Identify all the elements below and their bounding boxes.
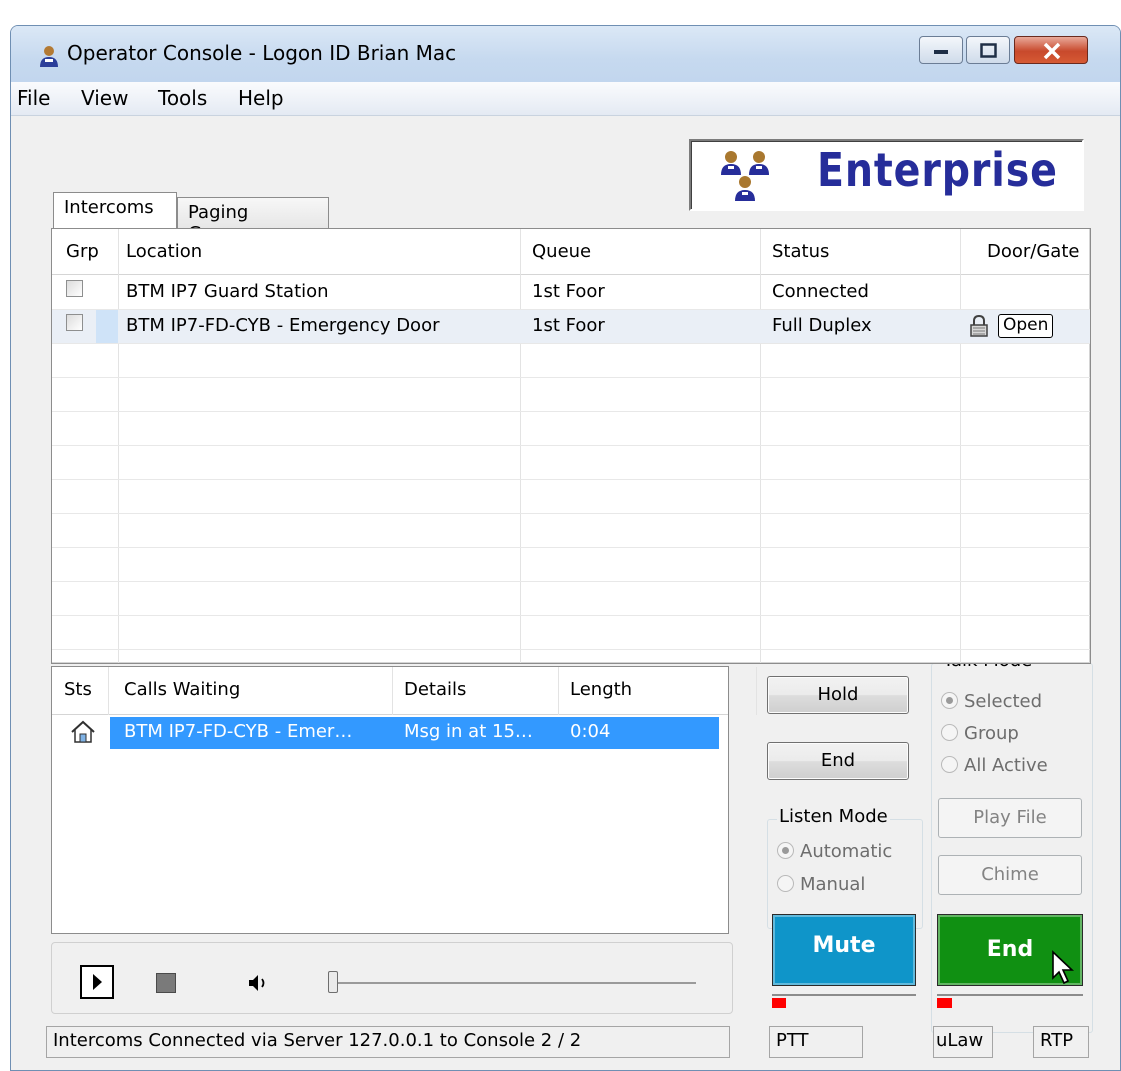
house-icon	[71, 720, 95, 743]
door-open-button[interactable]: Open	[998, 314, 1054, 338]
status-transport: RTP	[1033, 1026, 1089, 1058]
hold-button[interactable]: Hold	[767, 676, 909, 714]
playback-controls	[51, 942, 733, 1014]
mouse-pointer-icon	[1052, 950, 1075, 985]
location-cell: BTM IP7-FD-CYB - Emergency Door	[126, 315, 440, 336]
status-ptt: PTT	[769, 1026, 863, 1058]
playback-slider-thumb[interactable]	[328, 971, 338, 993]
calls-header: Sts Calls Waiting Details Length	[52, 667, 728, 715]
menu-help[interactable]: Help	[238, 86, 284, 110]
logo-text: Enterprise	[817, 143, 1058, 197]
close-icon	[1043, 42, 1061, 60]
talk-group-radio[interactable]: Group	[941, 723, 1019, 744]
menu-file[interactable]: File	[17, 86, 50, 110]
listen-automatic-label: Automatic	[800, 841, 893, 862]
operator-app-icon	[40, 46, 58, 67]
chime-button[interactable]: Chime	[938, 855, 1082, 895]
length-cell: 0:04	[570, 721, 611, 742]
details-cell: Msg in at 15…	[404, 721, 533, 742]
end-level-meter	[937, 994, 1083, 1008]
column-header-door-gate[interactable]: Door/Gate	[987, 241, 1079, 262]
column-header-queue[interactable]: Queue	[532, 241, 591, 262]
mute-level-fill	[772, 998, 786, 1008]
minimize-button[interactable]	[919, 36, 963, 64]
listen-automatic-radio[interactable]: Automatic	[777, 841, 892, 862]
tab-intercoms[interactable]: Intercoms	[53, 192, 177, 228]
tab-paging-groups[interactable]: Paging Groups	[177, 197, 329, 244]
maximize-icon	[980, 43, 997, 58]
status-cell: Connected	[772, 281, 869, 302]
table-row[interactable]: BTM IP7 Guard Station 1st Foor Connected	[52, 276, 1090, 309]
play-button[interactable]	[80, 965, 114, 999]
status-message: Intercoms Connected via Server 127.0.0.1…	[46, 1026, 730, 1058]
mute-button[interactable]: Mute	[772, 914, 916, 986]
menu-tools[interactable]: Tools	[158, 86, 207, 110]
people-group-icon	[721, 151, 769, 201]
talk-all-active-label: All Active	[964, 755, 1048, 776]
end-call-button[interactable]: End	[767, 742, 909, 780]
talk-selected-label: Selected	[964, 691, 1043, 712]
calls-waiting-list: Sts Calls Waiting Details Length BTM IP7…	[51, 666, 757, 934]
column-header-length[interactable]: Length	[570, 679, 632, 700]
column-header-details[interactable]: Details	[404, 679, 466, 700]
radio-dot-icon	[941, 756, 958, 773]
status-cell: Full Duplex	[772, 315, 872, 336]
talk-all-active-radio[interactable]: All Active	[941, 755, 1048, 776]
radio-dot-icon	[777, 875, 794, 892]
play-icon	[93, 974, 102, 990]
table-header: Grp Location Queue Status Door/Gate	[52, 229, 1090, 275]
playback-slider-track[interactable]	[328, 982, 696, 984]
listen-mode-label: Listen Mode	[777, 806, 890, 827]
listen-manual-radio[interactable]: Manual	[777, 874, 865, 895]
location-cell: BTM IP7 Guard Station	[126, 281, 329, 302]
column-header-sts[interactable]: Sts	[64, 679, 92, 700]
end-level-fill	[937, 998, 952, 1008]
window-title: Operator Console - Logon ID Brian Mac	[67, 41, 457, 65]
stop-button[interactable]	[156, 973, 176, 993]
call-row-selected[interactable]: BTM IP7-FD-CYB - Emer… Msg in at 15… 0:0…	[110, 717, 719, 749]
enterprise-logo: Enterprise	[689, 139, 1084, 211]
play-file-button[interactable]: Play File	[938, 798, 1082, 838]
listen-manual-label: Manual	[800, 874, 866, 895]
column-header-grp[interactable]: Grp	[66, 241, 99, 262]
grp-checkbox[interactable]	[66, 280, 83, 297]
queue-cell: 1st Foor	[532, 281, 605, 302]
caller-cell: BTM IP7-FD-CYB - Emer…	[124, 721, 353, 742]
lock-icon	[970, 315, 988, 337]
talk-selected-radio[interactable]: Selected	[941, 691, 1042, 712]
title-bar: Operator Console - Logon ID Brian Mac	[11, 26, 1120, 82]
column-header-calls-waiting[interactable]: Calls Waiting	[124, 679, 240, 700]
column-header-location[interactable]: Location	[126, 241, 202, 262]
minimize-icon	[934, 50, 948, 54]
maximize-button[interactable]	[966, 36, 1010, 64]
close-button[interactable]	[1014, 36, 1088, 64]
table-row[interactable]: BTM IP7-FD-CYB - Emergency Door 1st Foor…	[52, 310, 1090, 343]
grp-checkbox[interactable]	[66, 314, 83, 331]
column-header-status[interactable]: Status	[772, 241, 829, 262]
radio-dot-icon	[941, 692, 958, 709]
menu-bar: File View Tools Help	[11, 82, 1120, 116]
speaker-icon[interactable]	[247, 972, 271, 994]
intercoms-table: Grp Location Queue Status Door/Gate BTM …	[51, 228, 1091, 664]
status-codec: uLaw	[933, 1026, 993, 1058]
talk-group-label: Group	[964, 723, 1019, 744]
mute-level-meter	[772, 994, 916, 1008]
queue-cell: 1st Foor	[532, 315, 605, 336]
radio-dot-icon	[941, 724, 958, 741]
menu-view[interactable]: View	[81, 86, 128, 110]
radio-dot-icon	[777, 842, 794, 859]
operator-console-window: Operator Console - Logon ID Brian Mac Fi…	[10, 25, 1121, 1071]
